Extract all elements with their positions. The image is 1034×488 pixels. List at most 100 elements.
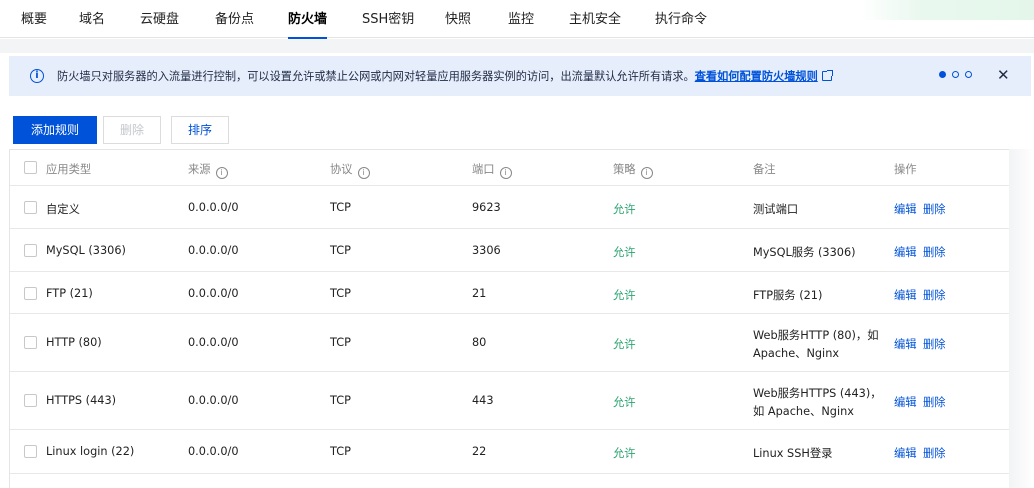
table-row: MySQL (3306) 0.0.0.0/0 TCP 3306 允许 MySQL… [10, 229, 1010, 272]
tab-firewall[interactable]: 防火墙 [288, 8, 328, 39]
table-header: 应用类型 来源 i 协议 i 端口 i 策略 i 备注 操作 [10, 150, 1010, 186]
cell-policy: 允许 [613, 289, 636, 302]
header-source-label: 来源 [188, 163, 211, 176]
edit-link[interactable]: 编辑 [894, 201, 917, 217]
delete-button[interactable]: 删除 [103, 116, 161, 144]
cell-note-line2: Apache、Nginx [753, 347, 840, 360]
cell-protocol: TCP [330, 201, 351, 214]
cell-note-line1: Web服务HTTP (80)，如 [753, 329, 879, 342]
cell-note: FTP服务 (21) [753, 289, 823, 302]
cell-protocol: TCP [330, 394, 351, 407]
header-port: 端口 i [472, 161, 512, 179]
carousel-dot-2[interactable] [952, 71, 959, 78]
cell-port: 80 [472, 336, 487, 349]
cell-note-line1: Web服务HTTPS (443)， [753, 387, 882, 400]
close-icon[interactable]: ✕ [997, 66, 1010, 84]
row-checkbox[interactable] [24, 201, 37, 214]
delete-link[interactable]: 删除 [923, 244, 946, 260]
cell-port: 9623 [472, 201, 501, 214]
cell-note: Linux SSH登录 [753, 447, 833, 460]
tab-run-command[interactable]: 执行命令 [655, 8, 707, 38]
edit-link[interactable]: 编辑 [894, 394, 917, 410]
cell-protocol: TCP [330, 445, 351, 458]
header-type: 应用类型 [46, 163, 92, 176]
cell-source: 0.0.0.0/0 [188, 201, 239, 214]
table-row: 自定义 0.0.0.0/0 TCP 9623 允许 测试端口 编辑 删除 [10, 186, 1010, 229]
header-policy-label: 策略 [613, 163, 636, 176]
cell-type: 自定义 [46, 203, 80, 216]
tab-snapshot[interactable]: 快照 [445, 8, 471, 38]
info-icon[interactable]: i [499, 167, 512, 179]
cell-type: MySQL (3306) [46, 244, 126, 257]
cell-source: 0.0.0.0/0 [188, 445, 239, 458]
cell-type: FTP (21) [46, 287, 93, 300]
tab-host-security[interactable]: 主机安全 [569, 8, 621, 38]
select-all-checkbox[interactable] [24, 161, 37, 174]
carousel-dot-3[interactable] [965, 71, 972, 78]
top-right-decoration [860, 0, 1034, 20]
info-icon[interactable]: i [640, 167, 653, 179]
delete-link[interactable]: 删除 [923, 394, 946, 410]
firewall-rules-table: 应用类型 来源 i 协议 i 端口 i 策略 i 备注 操作 自定义 0.0.0.0/0… [9, 149, 1010, 488]
cell-policy: 允许 [613, 447, 636, 460]
cell-source: 0.0.0.0/0 [188, 244, 239, 257]
cell-port: 21 [472, 287, 487, 300]
cell-protocol: TCP [330, 287, 351, 300]
cell-type: HTTPS (443) [46, 394, 117, 407]
delete-link[interactable]: 删除 [923, 445, 946, 461]
tab-monitor[interactable]: 监控 [508, 8, 534, 38]
tab-ssh-key[interactable]: SSH密钥 [362, 8, 414, 38]
row-checkbox[interactable] [24, 244, 37, 257]
table-row: FTP (21) 0.0.0.0/0 TCP 21 允许 FTP服务 (21) … [10, 272, 1010, 314]
cell-policy: 允许 [613, 203, 636, 216]
header-ops: 操作 [894, 163, 917, 176]
info-circle-icon: i [30, 69, 44, 83]
info-icon[interactable]: i [357, 167, 370, 179]
header-port-label: 端口 [472, 163, 495, 176]
info-icon[interactable]: i [215, 167, 228, 179]
external-link-icon[interactable] [821, 70, 833, 81]
add-rule-button[interactable]: 添加规则 [13, 116, 97, 144]
tab-backup[interactable]: 备份点 [215, 8, 254, 38]
header-note: 备注 [753, 163, 776, 176]
tab-cloud-disk[interactable]: 云硬盘 [140, 8, 179, 38]
row-checkbox[interactable] [24, 445, 37, 458]
notice-message: 防火墙只对服务器的入流量进行控制，可以设置允许或禁止公网或内网对轻量应用服务器实… [57, 70, 695, 83]
cell-note-line2: 如 Apache、Nginx [753, 405, 854, 418]
header-source: 来源 i [188, 161, 228, 179]
cell-protocol: TCP [330, 244, 351, 257]
sort-button[interactable]: 排序 [171, 116, 229, 144]
notice-banner: i 防火墙只对服务器的入流量进行控制，可以设置允许或禁止公网或内网对轻量应用服务… [9, 56, 1031, 96]
table-scroll-shadow [1009, 149, 1034, 488]
cell-policy: 允许 [613, 396, 636, 409]
edit-link[interactable]: 编辑 [894, 445, 917, 461]
delete-link[interactable]: 删除 [923, 336, 946, 352]
cell-policy: 允许 [613, 338, 636, 351]
cell-note: 测试端口 [753, 203, 799, 216]
row-checkbox[interactable] [24, 336, 37, 349]
delete-link[interactable]: 删除 [923, 287, 946, 303]
cell-source: 0.0.0.0/0 [188, 287, 239, 300]
cell-note: MySQL服务 (3306) [753, 246, 856, 259]
edit-link[interactable]: 编辑 [894, 244, 917, 260]
cell-protocol: TCP [330, 336, 351, 349]
firewall-guide-link[interactable]: 查看如何配置防火墙规则 [695, 70, 818, 83]
carousel-dot-1[interactable] [939, 71, 946, 78]
cell-source: 0.0.0.0/0 [188, 336, 239, 349]
edit-link[interactable]: 编辑 [894, 287, 917, 303]
cell-type: HTTP (80) [46, 336, 102, 349]
tab-overview[interactable]: 概要 [21, 8, 47, 38]
header-policy: 策略 i [613, 161, 653, 179]
cell-port: 22 [472, 445, 487, 458]
cell-port: 443 [472, 394, 494, 407]
delete-link[interactable]: 删除 [923, 201, 946, 217]
row-checkbox[interactable] [24, 287, 37, 300]
notice-text: 防火墙只对服务器的入流量进行控制，可以设置允许或禁止公网或内网对轻量应用服务器实… [57, 68, 833, 84]
cell-source: 0.0.0.0/0 [188, 394, 239, 407]
cell-port: 3306 [472, 244, 501, 257]
tab-domain[interactable]: 域名 [79, 8, 105, 38]
edit-link[interactable]: 编辑 [894, 336, 917, 352]
header-protocol-label: 协议 [330, 163, 353, 176]
table-row: Linux login (22) 0.0.0.0/0 TCP 22 允许 Lin… [10, 430, 1010, 474]
row-checkbox[interactable] [24, 394, 37, 407]
